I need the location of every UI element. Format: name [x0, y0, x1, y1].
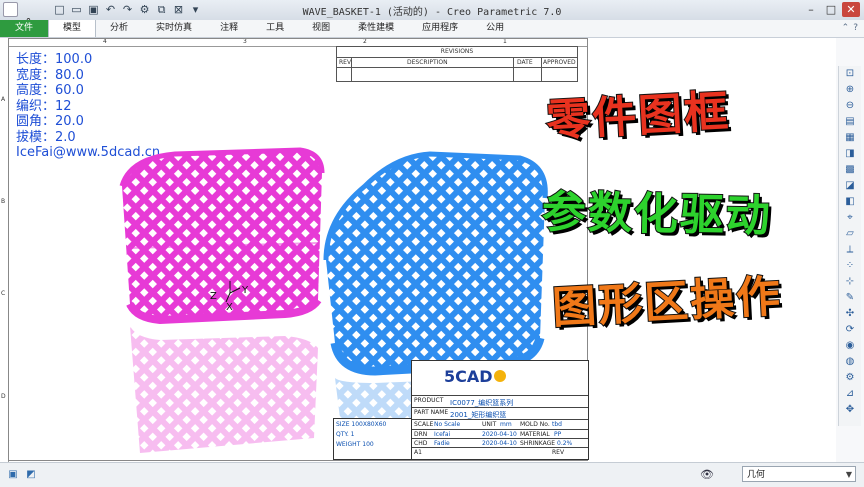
spin-center-icon[interactable]: ✣	[842, 306, 858, 321]
qty-label: QTY.	[336, 431, 349, 438]
headline-parametric-drive: 参数化驱动	[540, 186, 773, 243]
repaint-icon[interactable]: ▤	[842, 114, 858, 129]
pink-basket[interactable]	[119, 147, 325, 453]
tab-file[interactable]: 文件	[0, 20, 49, 37]
chd-date: 2020-04-10	[482, 440, 517, 447]
svg-text:5CAD: 5CAD	[444, 367, 493, 386]
graphics-area[interactable]: A B C D 4 3 2 1 REVISIONS REV DESCRIPTIO…	[0, 38, 836, 462]
view-manager-icon[interactable]: ▩	[842, 162, 858, 177]
axis-x-label: X	[226, 302, 233, 313]
perspective-icon[interactable]: ◪	[842, 178, 858, 193]
tab-flexible-modeling[interactable]: 柔性建模	[344, 20, 408, 37]
navigator-icon[interactable]: ▣	[6, 468, 20, 481]
display-style-icon[interactable]: ◨	[842, 146, 858, 161]
mold-value: tbd	[552, 421, 562, 428]
status-left-icons: ▣ ◩	[6, 468, 38, 481]
sheet-size: A1	[414, 449, 422, 456]
company-logo: 5CAD	[444, 367, 506, 386]
settings-icon[interactable]: ⚙	[842, 370, 858, 385]
drn-date: 2020-04-10	[482, 431, 517, 438]
plane-display-icon[interactable]: ▱	[842, 226, 858, 241]
status-right: 👁	[700, 468, 714, 481]
shrink-label: SHRINKAGE	[520, 440, 556, 447]
chd-value: Fadie	[434, 440, 450, 447]
tab-analysis[interactable]: 分析	[96, 20, 142, 37]
mold-label: MOLD No.	[520, 421, 550, 428]
scale-value: No Scale	[434, 421, 461, 428]
named-views-icon[interactable]: ▦	[842, 130, 858, 145]
section-icon[interactable]: ◧	[842, 194, 858, 209]
scale-label: SCALE	[414, 421, 434, 428]
close-button[interactable]: ✕	[842, 2, 860, 17]
tab-common[interactable]: 公用	[472, 20, 518, 37]
annotation-display-icon[interactable]: ✎	[842, 290, 858, 305]
axis-y-label: Y	[241, 285, 249, 296]
weight-label: WEIGHT	[336, 441, 361, 448]
selection-filter-value: 几何	[747, 470, 766, 480]
window-controls: – □ ✕	[802, 2, 860, 17]
rev-label: REV	[552, 449, 565, 456]
drn-value: Icefai	[434, 431, 451, 438]
appearance-icon[interactable]: ◉	[842, 338, 858, 353]
size-value: 100X80X60	[351, 421, 387, 428]
window-title: WAVE_BASKET-1 (活动的) - Creo Parametric 7.…	[302, 7, 562, 18]
partname-label: PART NAME	[414, 409, 449, 416]
material-label: MATERIAL	[520, 431, 550, 438]
drn-label: DRN	[414, 431, 428, 438]
qty-value: 1	[350, 431, 355, 438]
tab-view[interactable]: 视图	[298, 20, 344, 37]
chd-label: CHD	[414, 440, 428, 447]
title-block: 5CAD PRODUCT IC0077_编织篮系列 PART NAME 2001…	[411, 360, 589, 460]
help-icon[interactable]: ?	[853, 21, 858, 36]
tab-model[interactable]: 模型	[48, 20, 97, 37]
tab-tools[interactable]: 工具	[252, 20, 298, 37]
chevron-down-icon: ▼	[845, 470, 852, 479]
render-icon[interactable]: ◍	[842, 354, 858, 369]
pan-icon[interactable]: ✥	[842, 402, 858, 417]
tab-live-simulation[interactable]: 实时仿真	[142, 20, 206, 37]
minimize-button[interactable]: –	[802, 2, 820, 17]
datum-display-icon[interactable]: ⌖	[842, 210, 858, 225]
measure-icon[interactable]: ⊿	[842, 386, 858, 401]
ribbon-tabs: 文件 模型 分析 实时仿真 注释 工具 视图 柔性建模 应用程序 公用	[0, 20, 864, 38]
selection-filter[interactable]: 几何 ▼	[742, 466, 856, 482]
binoculars-icon[interactable]: 👁	[700, 468, 714, 481]
unit-value: mm	[500, 421, 512, 428]
product-label: PRODUCT	[414, 397, 444, 404]
maximize-button[interactable]: □	[822, 2, 840, 17]
tab-annotate[interactable]: 注释	[206, 20, 252, 37]
point-display-icon[interactable]: ⁘	[842, 258, 858, 273]
zoom-out-icon[interactable]: ⊖	[842, 98, 858, 113]
shrink-value: 0.2%	[557, 440, 573, 447]
tab-applications[interactable]: 应用程序	[408, 20, 472, 37]
axis-display-icon[interactable]: ⟂	[842, 242, 858, 257]
ribbon-right-controls: ⌃ ?	[842, 21, 858, 36]
refit-icon[interactable]: ⊡	[842, 66, 858, 81]
orient-icon[interactable]: ⟳	[842, 322, 858, 337]
headline-part-frame: 零件图框	[544, 85, 732, 148]
status-bar: ▣ ◩ 👁 几何 ▼	[0, 462, 864, 487]
material-value: PP	[554, 431, 562, 438]
axis-z-label: Z	[210, 291, 217, 302]
size-label: SIZE	[336, 421, 350, 428]
csys-display-icon[interactable]: ⊹	[842, 274, 858, 289]
headline-graphics-operation: 图形区操作	[550, 270, 784, 335]
collapse-ribbon-icon[interactable]: ⌃	[842, 21, 850, 36]
weight-value: 100	[362, 441, 374, 448]
zoom-in-icon[interactable]: ⊕	[842, 82, 858, 97]
unit-label: UNIT	[482, 421, 497, 428]
title-bar: creo° □ ▭ ▣ ↶ ↷ ⚙ ⧉ ⊠ ▾ WAVE_BASKET-1 (活…	[0, 0, 864, 29]
size-table: SIZE 100X80X60 QTY. 1 WEIGHT 100	[333, 418, 415, 460]
browser-icon[interactable]: ◩	[24, 468, 38, 481]
view-toolbar: ⊡ ⊕ ⊖ ▤ ▦ ◨ ▩ ◪ ◧ ⌖ ▱ ⟂ ⁘ ⊹ ✎ ✣ ⟳ ◉ ◍ ⚙ …	[838, 66, 861, 426]
